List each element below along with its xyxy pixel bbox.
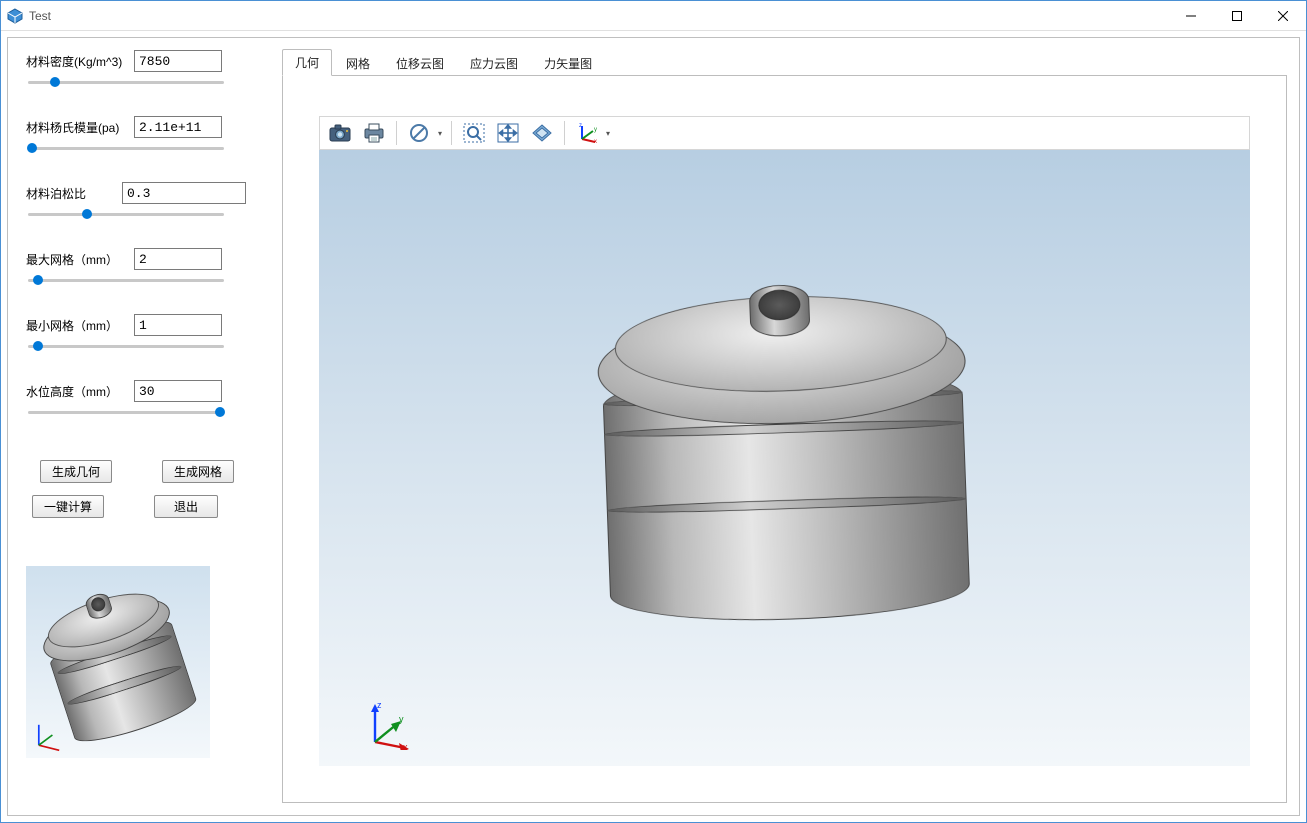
- tab-displacement[interactable]: 位移云图: [384, 51, 456, 76]
- tab-stress[interactable]: 应力云图: [458, 51, 530, 76]
- density-slider[interactable]: [28, 76, 224, 90]
- param-label: 材料密度(Kg/m^3): [26, 53, 134, 70]
- param-water-level: 水位高度（mm）: [26, 380, 246, 420]
- poisson-slider[interactable]: [28, 208, 224, 222]
- generate-geometry-button[interactable]: 生成几何: [40, 460, 112, 483]
- axis-x-label: x: [403, 742, 408, 750]
- generate-mesh-button[interactable]: 生成网格: [162, 460, 234, 483]
- axes-icon[interactable]: z y x: [571, 119, 603, 147]
- param-density: 材料密度(Kg/m^3): [26, 50, 246, 90]
- compute-button[interactable]: 一键计算: [32, 495, 104, 518]
- param-label: 水位高度（mm）: [26, 383, 134, 400]
- model-preview: [26, 566, 210, 758]
- min-mesh-input[interactable]: [134, 314, 222, 336]
- toolbar-separator: [396, 121, 397, 145]
- min-mesh-slider[interactable]: [28, 340, 224, 354]
- tab-mesh[interactable]: 网格: [334, 51, 382, 76]
- maximize-button[interactable]: [1214, 1, 1260, 31]
- toolbar-separator: [451, 121, 452, 145]
- pan-icon[interactable]: [492, 119, 524, 147]
- youngs-modulus-input[interactable]: [134, 116, 222, 138]
- axis-y-label: y: [399, 714, 404, 724]
- titlebar: Test: [1, 1, 1306, 31]
- tab-content: ▾: [282, 76, 1287, 803]
- tab-geometry[interactable]: 几何: [282, 49, 332, 76]
- main-area: 几何 网格 位移云图 应力云图 力矢量图: [282, 50, 1287, 803]
- chevron-down-icon[interactable]: ▾: [603, 129, 613, 138]
- axes-gizmo-icon: z y x: [365, 700, 415, 750]
- param-label: 材料杨氏模量(pa): [26, 119, 134, 136]
- chevron-down-icon[interactable]: ▾: [435, 129, 445, 138]
- sidebar: 材料密度(Kg/m^3) 材料杨氏模量(pa): [26, 50, 246, 803]
- param-youngs-modulus: 材料杨氏模量(pa): [26, 116, 246, 156]
- param-min-mesh: 最小网格（mm）: [26, 314, 246, 354]
- svg-text:x: x: [594, 139, 597, 143]
- geometry-model: [588, 262, 982, 655]
- water-level-slider[interactable]: [28, 406, 224, 420]
- water-level-input[interactable]: [134, 380, 222, 402]
- close-button[interactable]: [1260, 1, 1306, 31]
- toolbar-separator: [564, 121, 565, 145]
- exit-button[interactable]: 退出: [154, 495, 218, 518]
- youngs-modulus-slider[interactable]: [28, 142, 224, 156]
- svg-text:z: z: [579, 123, 582, 129]
- print-icon[interactable]: [358, 119, 390, 147]
- param-label: 最小网格（mm）: [26, 317, 134, 334]
- zoom-box-icon[interactable]: [458, 119, 490, 147]
- svg-text:y: y: [594, 127, 597, 133]
- axis-z-label: z: [377, 700, 382, 710]
- param-label: 材料泊松比: [26, 185, 122, 202]
- density-input[interactable]: [134, 50, 222, 72]
- param-poisson: 材料泊松比: [26, 182, 246, 222]
- camera-icon[interactable]: [324, 119, 356, 147]
- tabs: 几何 网格 位移云图 应力云图 力矢量图: [282, 50, 1287, 76]
- max-mesh-input[interactable]: [134, 248, 222, 270]
- app-window: Test 材料密度(Kg/m^3): [0, 0, 1307, 823]
- param-max-mesh: 最大网格（mm）: [26, 248, 246, 288]
- poisson-input[interactable]: [122, 182, 246, 204]
- rotate-icon[interactable]: [526, 119, 558, 147]
- max-mesh-slider[interactable]: [28, 274, 224, 288]
- tab-force-vector[interactable]: 力矢量图: [532, 51, 604, 76]
- prohibit-icon[interactable]: [403, 119, 435, 147]
- axes-gizmo-icon: [32, 718, 66, 752]
- window-title: Test: [29, 9, 51, 23]
- viewport-3d[interactable]: z y x: [319, 150, 1250, 766]
- viewer-toolbar: ▾: [319, 116, 1250, 150]
- minimize-button[interactable]: [1168, 1, 1214, 31]
- app-icon: [7, 8, 23, 24]
- param-label: 最大网格（mm）: [26, 251, 134, 268]
